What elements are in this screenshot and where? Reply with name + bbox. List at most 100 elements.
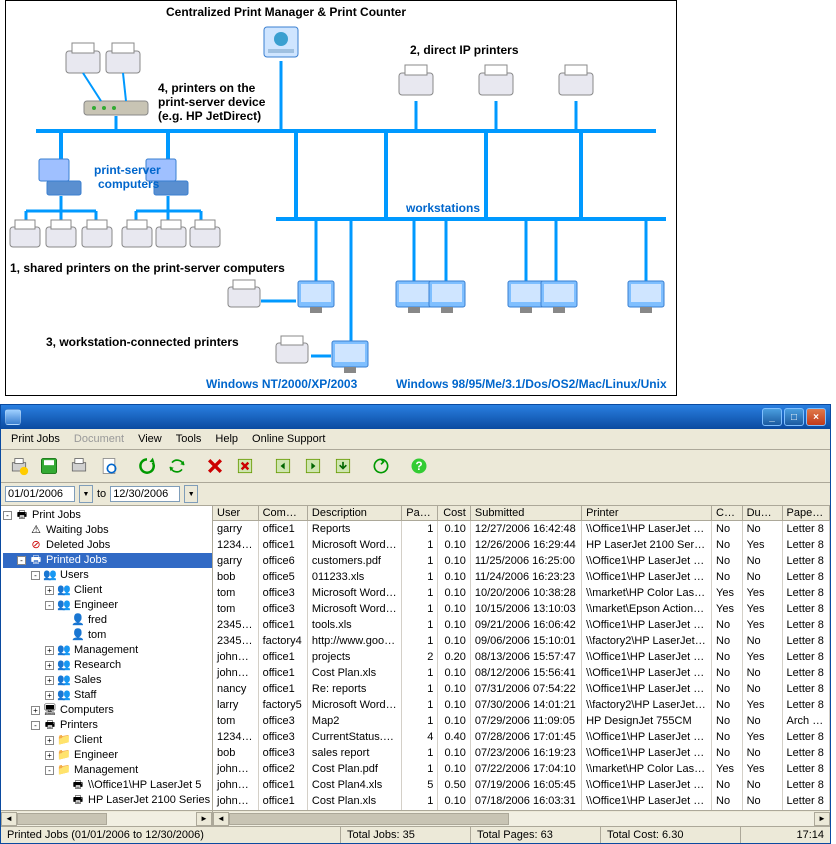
menu-view[interactable]: View — [132, 431, 168, 447]
tree-user-fred[interactable]: 👤fred — [3, 613, 212, 628]
tree-root[interactable]: -🖶Print Jobs — [3, 508, 212, 523]
tree-hp5[interactable]: 🖶\\Office1\HP LaserJet 5 — [3, 778, 212, 793]
tree-user-research[interactable]: +👥Research — [3, 658, 212, 673]
menubar: Print Jobs Document View Tools Help Onli… — [1, 429, 830, 450]
col-left-icon[interactable] — [269, 452, 297, 480]
col-color[interactable]: Color — [712, 506, 743, 520]
close-button[interactable]: × — [806, 408, 826, 426]
printer-icon: 🖶 — [71, 794, 85, 808]
table-row[interactable]: boboffice3sales report10.1007/23/2006 16… — [213, 745, 830, 761]
date-from-input[interactable] — [5, 486, 75, 502]
date-to-dropdown[interactable]: ▼ — [184, 485, 198, 503]
col-cost[interactable]: Cost — [438, 506, 470, 520]
tree-deleted[interactable]: ⊘Deleted Jobs — [3, 538, 212, 553]
save-icon[interactable] — [35, 452, 63, 480]
col-computer[interactable]: Computer — [259, 506, 308, 520]
users-icon: 👥 — [43, 569, 57, 583]
table-row[interactable]: johnsonoffice1Cost Plan.xls10.1008/12/20… — [213, 665, 830, 681]
network-diagram: Centralized Print Manager & Print Counte… — [5, 0, 677, 396]
date-to-input[interactable] — [110, 486, 180, 502]
menu-printjobs[interactable]: Print Jobs — [5, 431, 66, 447]
scroll-right-icon[interactable]: ► — [814, 812, 830, 826]
table-row[interactable]: johnsonoffice1Cost Plan.xls10.1007/18/20… — [213, 793, 830, 809]
tree-printers-engineer[interactable]: +📁Engineer — [3, 748, 212, 763]
help-icon[interactable]: ? — [405, 452, 433, 480]
table-row[interactable]: 123456office1Microsoft Word - D...10.101… — [213, 537, 830, 553]
col-pages[interactable]: Pages — [402, 506, 438, 520]
print-icon[interactable] — [65, 452, 93, 480]
refresh2-icon[interactable] — [367, 452, 395, 480]
group-icon: 👥 — [57, 689, 71, 703]
table-row[interactable]: boboffice5011233.xls10.1011/24/2006 16:2… — [213, 569, 830, 585]
table-row[interactable]: nancyoffice1Re: reports10.1007/31/2006 0… — [213, 681, 830, 697]
status-pages: Total Pages: 63 — [471, 827, 601, 843]
tree-waiting[interactable]: ⚠Waiting Jobs — [3, 523, 212, 538]
tree-user-management[interactable]: +👥Management — [3, 643, 212, 658]
printer-add-icon[interactable] — [5, 452, 33, 480]
minimize-button[interactable]: _ — [762, 408, 782, 426]
tree-user-staff[interactable]: +👥Staff — [3, 688, 212, 703]
label-pscomputers2: computers — [98, 177, 159, 191]
table-row[interactable]: 234567factory4http://www.googl...10.1009… — [213, 633, 830, 649]
preview-icon[interactable] — [95, 452, 123, 480]
tree-printed[interactable]: -🖶Printed Jobs — [3, 553, 212, 568]
group-icon: 👥 — [57, 659, 71, 673]
menu-tools[interactable]: Tools — [170, 431, 208, 447]
col-right-icon[interactable] — [299, 452, 327, 480]
deleted-icon: ⊘ — [29, 539, 43, 553]
col-user[interactable]: User — [213, 506, 259, 520]
refresh-icon[interactable] — [133, 452, 161, 480]
refresh-all-icon[interactable] — [163, 452, 191, 480]
tree-users[interactable]: -👥Users — [3, 568, 212, 583]
menu-online-support[interactable]: Online Support — [246, 431, 331, 447]
folder-icon: 📁 — [57, 764, 71, 778]
col-duplex[interactable]: Duplex — [743, 506, 783, 520]
table-row[interactable]: johnsonoffice1projects20.2008/13/2006 15… — [213, 649, 830, 665]
col-printer[interactable]: Printer — [582, 506, 712, 520]
scroll-left-icon[interactable]: ◄ — [213, 812, 229, 826]
scroll-right-icon[interactable]: ► — [196, 812, 212, 826]
scroll-left-icon[interactable]: ◄ — [1, 812, 17, 826]
tree-user-sales[interactable]: +👥Sales — [3, 673, 212, 688]
tree-user-client[interactable]: +👥Client — [3, 583, 212, 598]
table-row[interactable]: garryoffice1Reports10.1012/27/2006 16:42… — [213, 521, 830, 537]
col-submitted[interactable]: Submitted — [471, 506, 582, 520]
tree-hp2100[interactable]: 🖶HP LaserJet 2100 Series — [3, 793, 212, 808]
table-row[interactable]: garryoffice6customers.pdf10.1011/25/2006… — [213, 553, 830, 569]
menu-help[interactable]: Help — [209, 431, 244, 447]
svg-text:?: ? — [415, 460, 422, 473]
toolbar: ? — [1, 450, 830, 483]
tree-computers[interactable]: +🖥Computers — [3, 703, 212, 718]
tree-printers-management[interactable]: -📁Management — [3, 763, 212, 778]
delete-icon[interactable] — [201, 452, 229, 480]
group-icon: 👥 — [57, 584, 71, 598]
grid-hscroll[interactable]: ◄ ► — [213, 810, 830, 826]
grid-rows[interactable]: garryoffice1Reports10.1012/27/2006 16:42… — [213, 521, 830, 810]
date-from-dropdown[interactable]: ▼ — [79, 485, 93, 503]
printer-icon: 🖶 — [43, 719, 57, 733]
col-desc[interactable]: Description — [308, 506, 402, 520]
computer-icon: 🖥 — [43, 704, 57, 718]
app-icon — [5, 409, 21, 425]
tree-printers[interactable]: -🖶Printers — [3, 718, 212, 733]
tree-user-tom[interactable]: 👤tom — [3, 628, 212, 643]
printer-icon: 🖶 — [71, 779, 85, 793]
tree-hscroll[interactable]: ◄ ► — [1, 810, 212, 826]
maximize-button[interactable]: □ — [784, 408, 804, 426]
table-row[interactable]: tomoffice3Microsoft Word - s...10.1010/1… — [213, 601, 830, 617]
table-row[interactable]: 234567office1tools.xls10.1009/21/2006 16… — [213, 617, 830, 633]
titlebar[interactable]: _ □ × — [1, 405, 830, 429]
tree-printers-client[interactable]: +📁Client — [3, 733, 212, 748]
table-row[interactable]: tomoffice3Microsoft Word - S...10.1010/2… — [213, 585, 830, 601]
tree-user-engineer[interactable]: -👥Engineer — [3, 598, 212, 613]
table-row[interactable]: johnsonoffice1Cost Plan4.xls50.5007/19/2… — [213, 777, 830, 793]
table-row[interactable]: johnsonoffice2Cost Plan.pdf10.1007/22/20… — [213, 761, 830, 777]
tree[interactable]: -🖶Print Jobs ⚠Waiting Jobs ⊘Deleted Jobs… — [1, 506, 212, 810]
status-time: 17:14 — [741, 827, 830, 843]
export-down-icon[interactable] — [329, 452, 357, 480]
table-row[interactable]: tomoffice3Map210.1007/29/2006 11:09:05HP… — [213, 713, 830, 729]
table-row[interactable]: larryfactory5Microsoft Word - D...10.100… — [213, 697, 830, 713]
col-paper[interactable]: Paper Si — [783, 506, 830, 520]
delete-sheet-icon[interactable] — [231, 452, 259, 480]
table-row[interactable]: 123456office3CurrentStatus.pdf40.4007/28… — [213, 729, 830, 745]
